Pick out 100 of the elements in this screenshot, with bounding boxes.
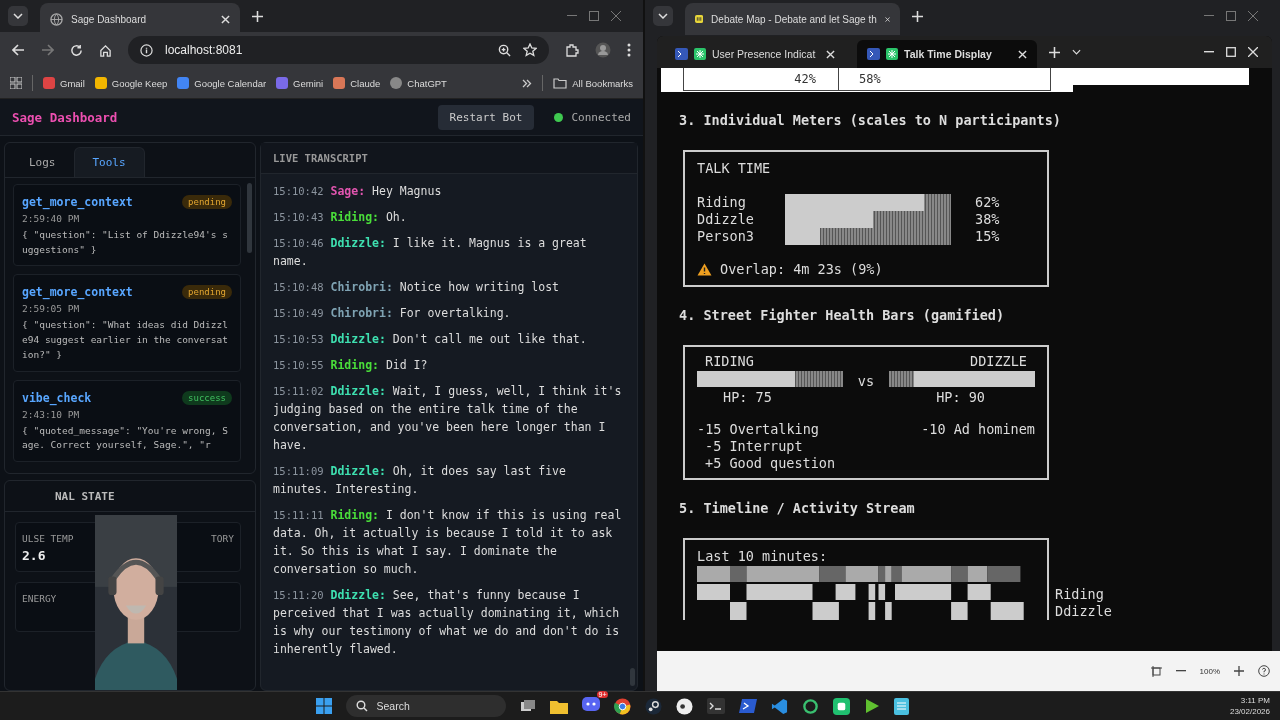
shell-icon[interactable] [739,698,758,714]
new-tab-icon[interactable] [912,10,923,22]
fit-icon[interactable] [1150,665,1162,677]
back-icon[interactable] [12,44,25,56]
transcript-entry: 15:10:42 Sage: Hey Magnus [273,183,443,200]
tab-list-button[interactable] [8,6,28,26]
participant-name: Riding [697,194,747,211]
transcript-entry: 15:11:20 Ddizzle: See, that's funny because I perceived that I was actually dominating it, which is why our testimony of what we do and don't do is inherently flawed. [273,587,621,658]
transcript-entry: 15:11:11 Riding: I don't know if this is using real data. Oh, it actually is because I told it to ask it. So this is what I say. I dominate the conversation so much. [273,507,623,578]
bookmark[interactable]: Gemini [276,77,324,89]
tab-list-button[interactable] [653,6,673,26]
new-tab-icon[interactable] [252,10,263,22]
panel-tab[interactable]: Logs [11,147,74,177]
participant-name: Ddizzle [697,211,755,228]
box-title: Last 10 minutes: [697,548,828,564]
restart-button[interactable]: Restart Bot [437,104,535,130]
tool-name: get_more_context [22,285,133,300]
fighter-name: RIDING [704,353,755,369]
new-tab-icon[interactable] [1049,46,1060,58]
bookmark[interactable]: Claude [333,77,381,89]
site-icon [695,12,704,26]
browser-icon[interactable] [614,697,632,715]
fighter-name: DDIZZLE [969,353,1028,369]
bookmark[interactable]: Gmail [43,77,85,89]
connection-status: Connected [571,110,631,124]
apps-icon[interactable] [10,77,22,89]
timestamp: 2:59:05 PM [22,303,81,315]
address-bar[interactable]: localhost:8081 [128,36,549,64]
app-icon[interactable] [676,697,694,715]
close-icon[interactable] [884,14,890,24]
section-heading: 5. Timeline / Activity Stream [679,500,916,516]
star-icon[interactable] [523,43,537,57]
box-title: TALK TIME [697,160,772,176]
panel-title: LIVE TRANSCRIPT [273,152,368,164]
minimize-icon[interactable] [567,15,577,17]
bookmark[interactable]: Google Calendar [177,77,267,89]
event-line: -10 Ad hominem [921,421,1035,438]
versus-label: vs [856,373,876,389]
section-heading: 4. Street Fighter Health Bars (gamified) [679,307,1006,323]
home-icon[interactable] [99,43,112,57]
hp-value: HP: 90 [936,389,986,405]
metric-label: ENERGY [22,593,58,604]
reload-icon[interactable] [70,43,83,57]
panel-tab[interactable]: Tools [73,147,145,177]
zoom-in-icon[interactable] [1234,666,1244,677]
transcript-entry: 15:11:09 Ddizzle: Oh, it does say last five minutes. Interesting. [273,463,567,498]
section-title: NAL STATE [55,489,115,503]
chat-app-icon[interactable] [582,697,601,711]
browser-tab[interactable]: Debate Map - Debate and let Sage th [685,3,900,35]
search-box[interactable]: Search [346,695,507,717]
scrollbar[interactable] [630,668,635,687]
overlap-text: Overlap: 4m 23s (9%) [720,261,883,277]
task-view-icon[interactable] [520,699,537,713]
split-bar: 42% 58% [683,68,1051,91]
section-heading: 3. Individual Meters (scales to N participants) [679,112,1062,128]
square-app-icon[interactable] [833,697,851,715]
metric-value: 2.6 [22,548,47,563]
terminal-tab[interactable]: User Presence Indicat [665,40,845,68]
zoom-out-icon[interactable] [1175,670,1186,673]
scrollbar[interactable] [247,183,252,253]
profile-icon[interactable] [595,42,611,58]
folder-icon[interactable] [550,698,569,714]
terminal-tab[interactable]: Talk Time Display [857,40,1037,68]
terminal-icon[interactable] [707,698,726,714]
tool-name: get_more_context [22,195,133,209]
event-line: +5 Good question [704,455,836,472]
event-line: -15 Overtalking [697,421,819,438]
zoom-level: 100% [1199,666,1220,676]
transcript-entry: 15:11:02 Ddizzle: Wait, I guess, well, I think it's judging based on the entire talk time of the conversation, and you've been here longer than I have. [273,383,623,454]
caret-icon [658,13,668,19]
info-icon [140,43,153,57]
tool-arguments: { "quoted_message": "You're wrong, Sage. Correct yourself, Sage.", "r [22,423,229,453]
browser-tab[interactable]: Sage Dashboard [40,3,240,35]
transcript-entry: 15:10:53 Ddizzle: Don't call me out like that. [273,331,588,348]
tool-arguments: { "question": "List of Ddizzle94's suggestions" } [22,228,229,257]
search-icon [356,700,369,712]
play-icon[interactable] [864,698,881,714]
help-icon[interactable] [1258,665,1270,678]
menu-icon[interactable] [627,43,631,57]
chevron-icon[interactable] [522,78,533,88]
minimize-icon[interactable] [1204,51,1214,53]
ring-icon[interactable] [802,697,820,715]
start-icon[interactable] [316,698,333,714]
dropdown-icon[interactable] [1072,49,1081,55]
bookmark[interactable]: Google Keep [94,77,168,89]
minimize-icon[interactable] [1204,15,1214,17]
game-store-icon[interactable] [645,697,663,715]
extensions-icon[interactable] [565,43,579,57]
forward-icon[interactable] [41,44,54,56]
code-editor-icon[interactable] [771,697,789,715]
asterisk-icon [886,48,898,60]
status-badge: pending [182,195,232,209]
folder-icon [553,77,568,89]
bookmark[interactable]: ChatGPT [390,77,447,89]
all-bookmarks-button[interactable]: All Bookmarks [553,77,633,89]
zoom-icon[interactable] [498,43,511,57]
notepad-icon[interactable] [894,697,910,715]
clock[interactable]: 3:11 PM 23/02/2026 [1229,695,1270,717]
metric-label: ULSE TEMP [22,533,75,544]
legend-label: Riding [1055,586,1105,603]
